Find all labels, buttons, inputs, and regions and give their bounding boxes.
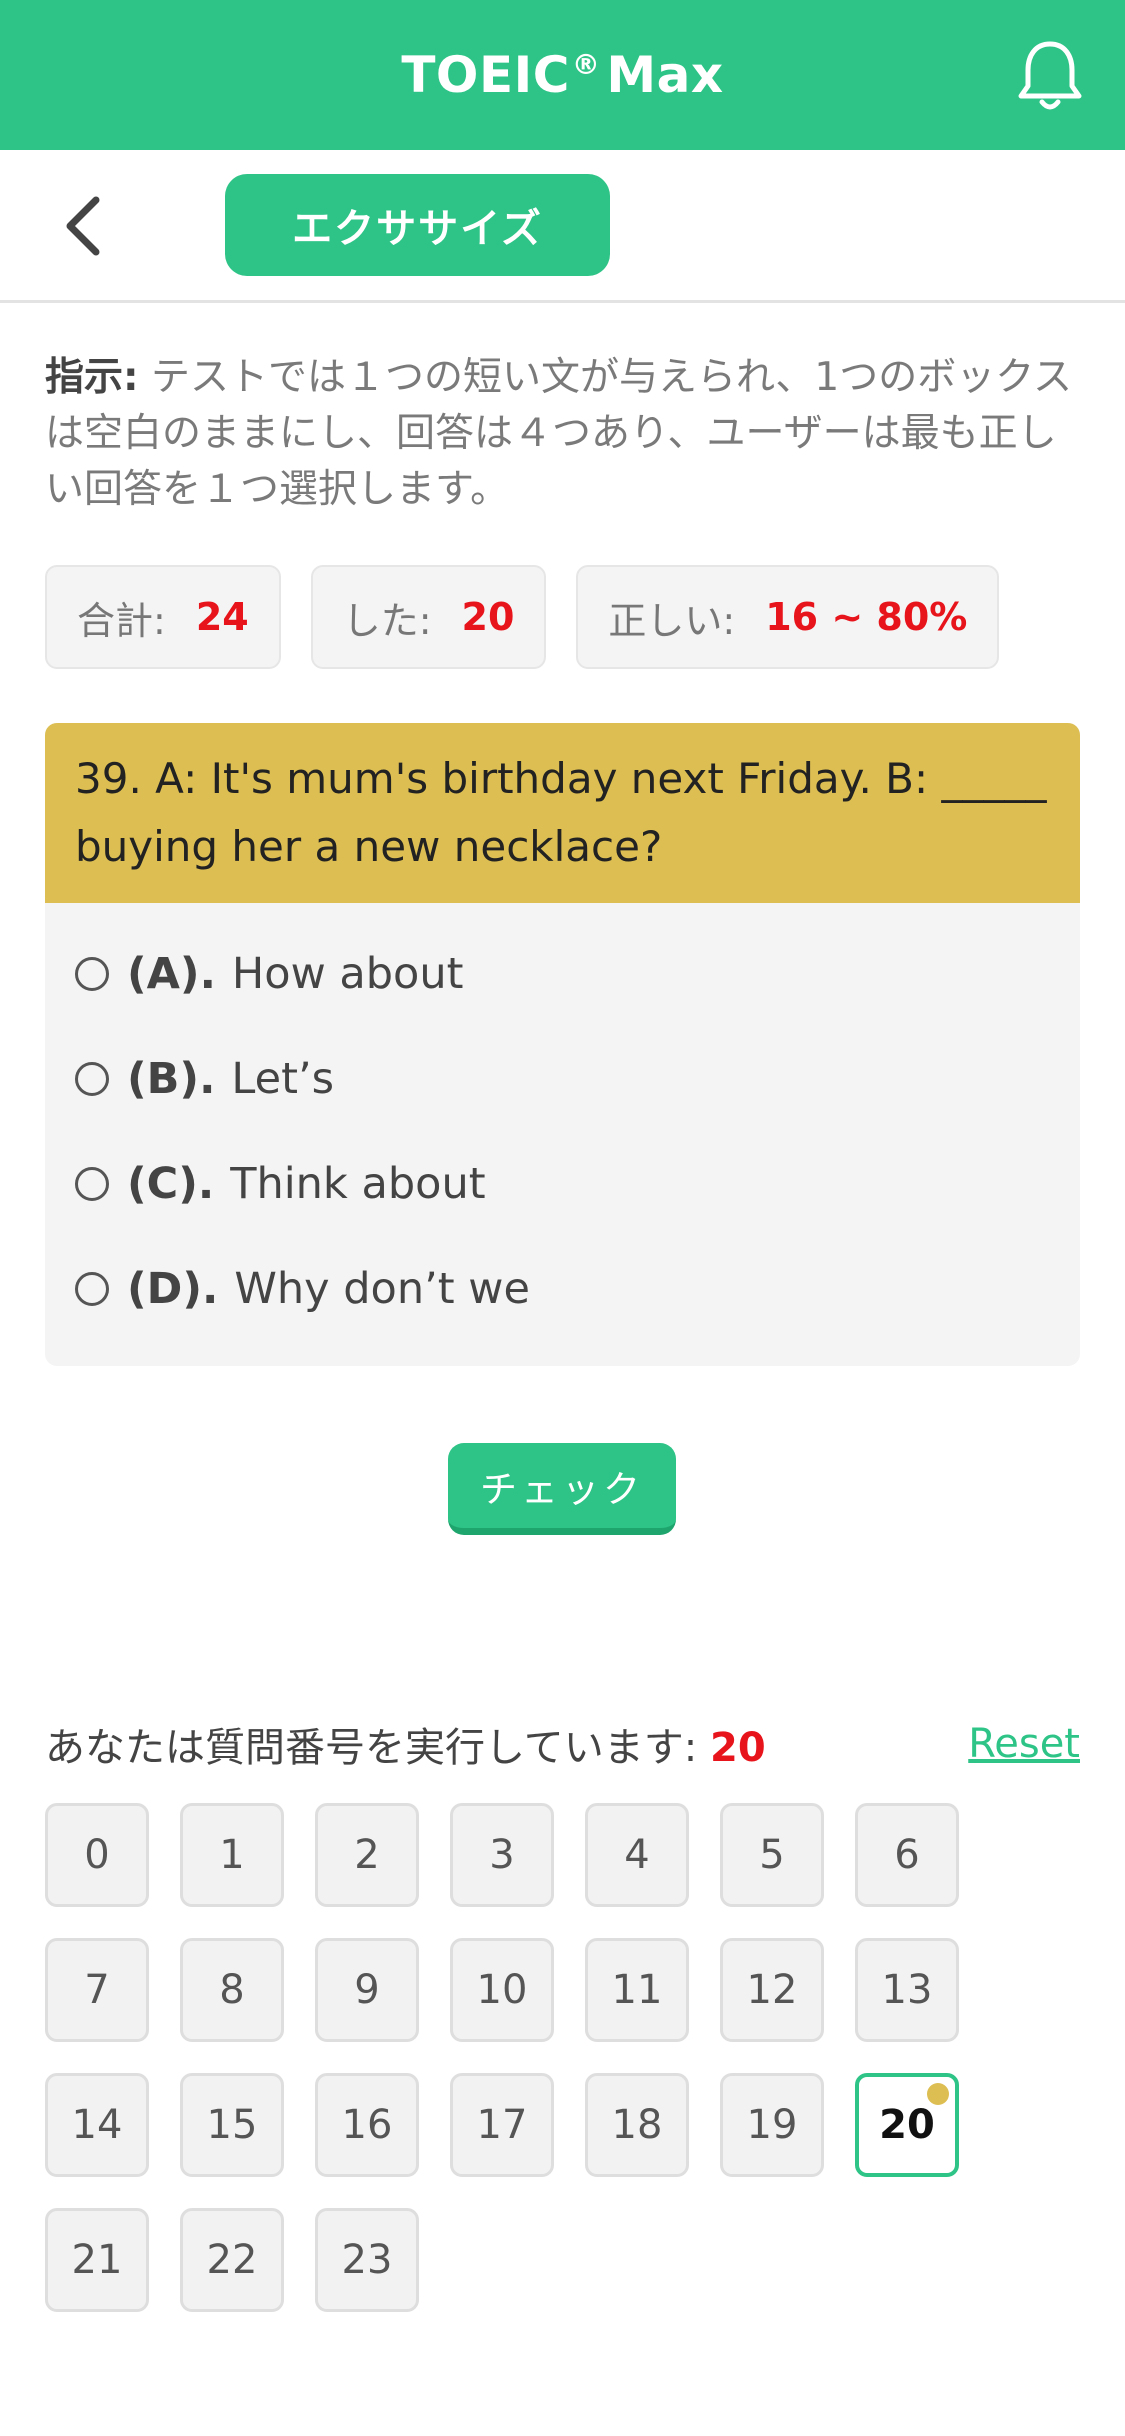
option-b[interactable]: (B). Let’s [75, 1026, 1050, 1131]
bell-icon[interactable] [1015, 38, 1085, 114]
stat-correct-label: 正しい: [608, 598, 736, 643]
app-title-main: TOEIC [401, 46, 570, 104]
question-number-label: 23 [341, 2237, 393, 2283]
current-indicator-dot [927, 2083, 949, 2105]
question-number-2[interactable]: 2 [315, 1803, 419, 1907]
option-text: Let’s [231, 1053, 335, 1104]
stat-total-label: 合計: [77, 598, 166, 643]
question-number-9[interactable]: 9 [315, 1938, 419, 2042]
option-c[interactable]: (C). Think about [75, 1131, 1050, 1236]
instructions-section: 指示: テストでは１つの短い文が与えられ、1つのボックスは空白のままにし、回答は… [45, 350, 1080, 669]
question-number-label: 10 [476, 1967, 528, 2013]
question-number-1[interactable]: 1 [180, 1803, 284, 1907]
option-letter: (C). [127, 1158, 215, 1209]
question-number-label: 12 [746, 1967, 798, 2013]
stat-correct: 正しい: 16 ~ 80% [576, 565, 1000, 669]
question-text: 39. A: It's mum's birthday next Friday. … [45, 723, 1080, 903]
question-number-8[interactable]: 8 [180, 1938, 284, 2042]
question-number-label: 21 [71, 2237, 123, 2283]
question-number-label: 7 [84, 1967, 110, 2013]
question-number-label: 19 [746, 2102, 798, 2148]
question-number-0[interactable]: 0 [45, 1803, 149, 1907]
stat-done: した: 20 [310, 565, 547, 669]
radio-button[interactable] [75, 1166, 109, 1201]
question-number-17[interactable]: 17 [450, 2073, 554, 2177]
app-header: TOEIC® Max [0, 0, 1125, 150]
question-number-label: 1 [219, 1832, 245, 1878]
question-number-label: 18 [611, 2102, 663, 2148]
question-number-label: 3 [489, 1832, 515, 1878]
question-number-label: 5 [759, 1832, 785, 1878]
question-number-16[interactable]: 16 [315, 2073, 419, 2177]
question-number-7[interactable]: 7 [45, 1938, 149, 2042]
progress-label: あなたは質問番号を実行しています: [45, 1725, 698, 1771]
question-number-label: 14 [71, 2102, 123, 2148]
question-number-label: 8 [219, 1967, 245, 2013]
question-number-18[interactable]: 18 [585, 2073, 689, 2177]
stats-row: 合計: 24 した: 20 正しい: 16 ~ 80% [45, 565, 1080, 669]
question-number-label: 6 [894, 1832, 920, 1878]
option-d[interactable]: (D). Why don’t we [75, 1236, 1050, 1341]
check-button[interactable]: チェック [448, 1443, 676, 1535]
question-number-label: 4 [624, 1832, 650, 1878]
question-number-6[interactable]: 6 [855, 1803, 959, 1907]
question-number-10[interactable]: 10 [450, 1938, 554, 2042]
question-number-label: 13 [881, 1967, 933, 2013]
option-letter: (B). [127, 1053, 216, 1104]
question-number-label: 20 [879, 2102, 935, 2148]
question-number-grid: 0 1 2 3 4 5 6 7 8 9 10 11 12 13 14 15 16 17 18 19 20 21 22 23 [45, 1803, 1005, 2312]
stat-total: 合計: 24 [45, 565, 281, 669]
question-number-label: 22 [206, 2237, 258, 2283]
question-number-20[interactable]: 20 [855, 2073, 959, 2177]
question-number-3[interactable]: 3 [450, 1803, 554, 1907]
question-number-label: 0 [84, 1832, 110, 1878]
option-text: How about [231, 948, 464, 999]
question-number-label: 9 [354, 1967, 380, 2013]
question-number-5[interactable]: 5 [720, 1803, 824, 1907]
question-number-label: 2 [354, 1832, 380, 1878]
question-number-19[interactable]: 19 [720, 2073, 824, 2177]
sub-header: エクササイズ [0, 150, 1125, 303]
app-title-suffix: Max [606, 46, 724, 104]
question-number-label: 17 [476, 2102, 528, 2148]
reset-link[interactable]: Reset [968, 1721, 1080, 1767]
question-number-14[interactable]: 14 [45, 2073, 149, 2177]
progress-current: 20 [710, 1725, 766, 1771]
stat-done-value: 20 [461, 595, 515, 639]
question-number-12[interactable]: 12 [720, 1938, 824, 2042]
question-number-4[interactable]: 4 [585, 1803, 689, 1907]
question-number-23[interactable]: 23 [315, 2208, 419, 2312]
option-text: Think about [230, 1158, 486, 1209]
radio-button[interactable] [75, 956, 109, 991]
question-number-15[interactable]: 15 [180, 2073, 284, 2177]
app-title: TOEIC® Max [401, 46, 723, 104]
option-letter: (D). [127, 1263, 219, 1314]
question-number-label: 16 [341, 2102, 393, 2148]
stat-total-value: 24 [195, 595, 249, 639]
question-number-11[interactable]: 11 [585, 1938, 689, 2042]
question-card: 39. A: It's mum's birthday next Friday. … [45, 723, 1080, 1366]
option-text: Why don’t we [234, 1263, 530, 1314]
options-list: (A). How about (B). Let’s (C). Think abo… [45, 903, 1080, 1366]
stat-done-label: した: [342, 598, 432, 643]
instructions: 指示: テストでは１つの短い文が与えられ、1つのボックスは空白のままにし、回答は… [45, 350, 1080, 518]
question-number-label: 15 [206, 2102, 258, 2148]
radio-button[interactable] [75, 1271, 109, 1306]
question-number-label: 11 [611, 1967, 663, 2013]
instructions-label: 指示: [45, 355, 139, 400]
instructions-text: テストでは１つの短い文が与えられ、1つのボックスは空白のままにし、回答は４つあり… [45, 355, 1073, 512]
back-arrow-icon[interactable] [60, 194, 110, 258]
option-letter: (A). [127, 948, 216, 999]
radio-button[interactable] [75, 1061, 109, 1096]
question-number-22[interactable]: 22 [180, 2208, 284, 2312]
option-a[interactable]: (A). How about [75, 921, 1050, 1026]
tab-exercise[interactable]: エクササイズ [225, 174, 610, 276]
question-number-21[interactable]: 21 [45, 2208, 149, 2312]
stat-correct-value: 16 ~ 80% [765, 595, 968, 639]
progress-text: あなたは質問番号を実行しています: 20 [45, 1715, 766, 1773]
progress-line: あなたは質問番号を実行しています: 20 Reset [45, 1715, 1080, 1773]
question-number-13[interactable]: 13 [855, 1938, 959, 2042]
registered-mark: ® [571, 48, 601, 82]
